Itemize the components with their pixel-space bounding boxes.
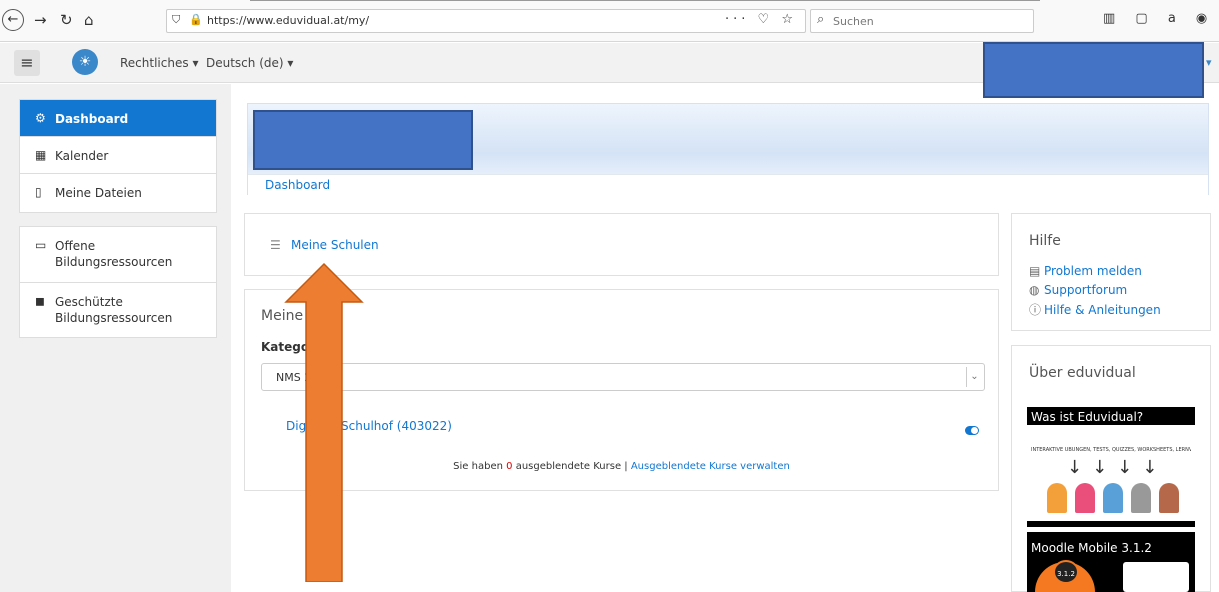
redacted-user-menu — [983, 42, 1204, 98]
nav-block-resources: ▭ Offene Bildungsressourcen ◼ Geschützte B… — [19, 226, 217, 338]
phone-screenshot — [1123, 562, 1189, 592]
shield-icon: ⛉ — [172, 13, 181, 26]
sidebar-item-kalender[interactable]: ▦ Kalender — [20, 137, 216, 174]
hilfe-anleitungen-link[interactable]: ⓘ Hilfe & Anleitungen — [1029, 301, 1161, 318]
globe-icon: ◍ — [1029, 283, 1040, 297]
user-menu-caret-icon[interactable]: ▾ — [1206, 56, 1212, 69]
monitor-icon: ▭ — [35, 238, 47, 252]
video-moodle-mobile[interactable]: Moodle Mobile 3.1.2 3.1.2 — [1027, 532, 1195, 592]
video-thumbnail: INTERAKTIVE ÜBUNGEN, TESTS, QUIZZES, WOR… — [1027, 425, 1195, 521]
hilfe-title: Hilfe — [1029, 233, 1061, 249]
supportforum-link[interactable]: ◍ Supportforum — [1029, 283, 1127, 297]
breadcrumb: Dashboard — [248, 174, 1208, 195]
page-actions-icons[interactable]: ··· ♡ ☆ — [725, 12, 797, 27]
url-text[interactable]: https://www.eduvidual.at/my/ — [207, 14, 369, 27]
redacted-page-title — [253, 110, 473, 170]
search-placeholder[interactable]: Suchen — [833, 15, 874, 28]
manage-hidden-courses-link[interactable]: Ausgeblendete Kurse verwalten — [631, 461, 790, 472]
chevron-down-icon: ▾ — [192, 56, 199, 70]
person-illustration — [1047, 483, 1067, 513]
sidebar-item-geschuetzte-ressourcen[interactable]: ◼ Geschützte Bildungsressourcen — [20, 283, 216, 337]
person-illustration — [1131, 483, 1151, 513]
browser-toolbar: ← → ↻ ⌂ ⛉ 🔒 https://www.eduvidual.at/my/… — [0, 0, 1219, 42]
course-visibility-toggle[interactable] — [965, 426, 979, 435]
menu-language[interactable]: Deutsch (de) ▾ — [206, 56, 293, 70]
calendar-icon: ▦ — [35, 148, 47, 162]
video-eduvidual[interactable]: Was ist Eduvidual? INTERAKTIVE ÜBUNGEN, … — [1027, 407, 1195, 527]
hamburger-menu-button[interactable]: ≡ — [14, 50, 40, 76]
hilfe-block: Hilfe ▤ Problem melden ◍ Supportforum ⓘ Hil… — [1011, 213, 1211, 331]
site-logo[interactable]: ☀ — [72, 49, 98, 75]
info-icon: ⓘ — [1029, 303, 1042, 317]
file-icon: ▯ — [35, 185, 42, 199]
dashboard-icon: ⚙ — [35, 111, 46, 125]
sidebar-item-dashboard[interactable]: ⚙ Dashboard — [20, 100, 216, 137]
chevron-down-icon: ⌄ — [966, 367, 982, 387]
search-icon: ⌕ — [817, 12, 825, 27]
menu-rechtliches[interactable]: Rechtliches ▾ — [120, 56, 198, 70]
reload-button[interactable]: ↻ — [60, 11, 73, 29]
forward-button[interactable]: → — [34, 11, 47, 29]
lock-icon: 🔒 — [189, 13, 203, 26]
back-button[interactable]: ← — [2, 9, 24, 31]
search-bar[interactable]: ⌕ Suchen — [810, 9, 1034, 33]
arrows-illustration: ↓↓↓↓ — [1067, 457, 1168, 478]
breadcrumb-dashboard[interactable]: Dashboard — [265, 178, 330, 192]
list-icon: ☰ — [270, 238, 281, 252]
chevron-down-icon: ▾ — [287, 56, 294, 70]
tab-strip-line — [250, 0, 1040, 3]
url-bar[interactable]: ⛉ 🔒 https://www.eduvidual.at/my/ ··· ♡ ☆ — [166, 9, 806, 33]
kategorie-select[interactable]: NMS 2 ⌄ — [261, 363, 985, 391]
up-arrow-icon — [284, 262, 364, 583]
person-illustration — [1159, 483, 1179, 513]
annotation-arrow — [284, 262, 364, 583]
person-illustration — [1075, 483, 1095, 513]
browser-toolbar-icons[interactable]: ▥ ▢ a ◉ — [1103, 11, 1215, 26]
meine-schulen-link[interactable]: Meine Schulen — [291, 238, 379, 252]
nav-block-main: ⚙ Dashboard ▦ Kalender ▯ Meine Dateien — [19, 99, 217, 213]
problem-melden-link[interactable]: ▤ Problem melden — [1029, 264, 1142, 278]
book-icon: ◼ — [35, 294, 45, 308]
sidebar-item-dateien[interactable]: ▯ Meine Dateien — [20, 174, 216, 212]
sidebar-item-offene-ressourcen[interactable]: ▭ Offene Bildungsressourcen — [20, 227, 216, 283]
person-illustration — [1103, 483, 1123, 513]
about-title: Über eduvidual — [1029, 365, 1136, 381]
home-button[interactable]: ⌂ — [84, 11, 94, 29]
comments-icon: ▤ — [1029, 264, 1041, 278]
